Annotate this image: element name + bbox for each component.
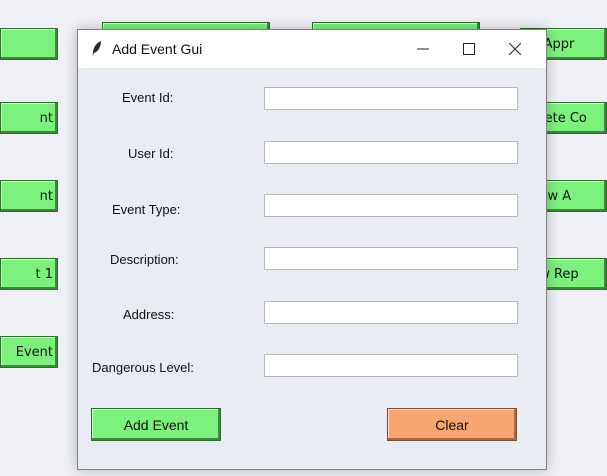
minimize-button[interactable] [400, 30, 446, 68]
maximize-icon [463, 40, 475, 59]
close-button[interactable] [492, 30, 538, 68]
event-id-input[interactable] [264, 87, 518, 110]
bg-button-5[interactable]: Event [0, 336, 58, 368]
user-id-label: User Id: [128, 146, 174, 161]
address-input[interactable] [264, 301, 518, 324]
description-label: Description: [110, 252, 179, 267]
title-bar[interactable]: Add Event Gui [78, 30, 546, 68]
bg-button-3[interactable]: nt [0, 180, 58, 212]
add-event-button-label: Add Event [123, 416, 189, 433]
add-event-button[interactable]: Add Event [91, 408, 221, 441]
maximize-button[interactable] [446, 30, 492, 68]
minimize-icon [417, 40, 429, 59]
dangerous-level-label: Dangerous Level: [92, 360, 194, 375]
bg-button-4[interactable]: t 1 [0, 258, 58, 290]
address-label: Address: [123, 307, 175, 322]
user-id-input[interactable] [264, 141, 518, 164]
clear-button[interactable]: Clear [387, 408, 517, 441]
bg-button-2[interactable]: nt [0, 102, 58, 134]
dangerous-level-input[interactable] [264, 354, 518, 377]
window-title: Add Event Gui [112, 41, 203, 57]
event-id-label: Event Id: [122, 90, 174, 105]
bg-button-1[interactable] [0, 28, 58, 60]
add-event-dialog: Add Event Gui Event Id: User Id: Event T… [77, 29, 547, 470]
clear-button-label: Clear [435, 416, 469, 433]
event-type-label: Event Type: [112, 202, 181, 217]
feather-icon [90, 40, 104, 58]
close-icon [508, 40, 522, 59]
event-type-input[interactable] [264, 194, 518, 217]
description-input[interactable] [264, 247, 518, 270]
